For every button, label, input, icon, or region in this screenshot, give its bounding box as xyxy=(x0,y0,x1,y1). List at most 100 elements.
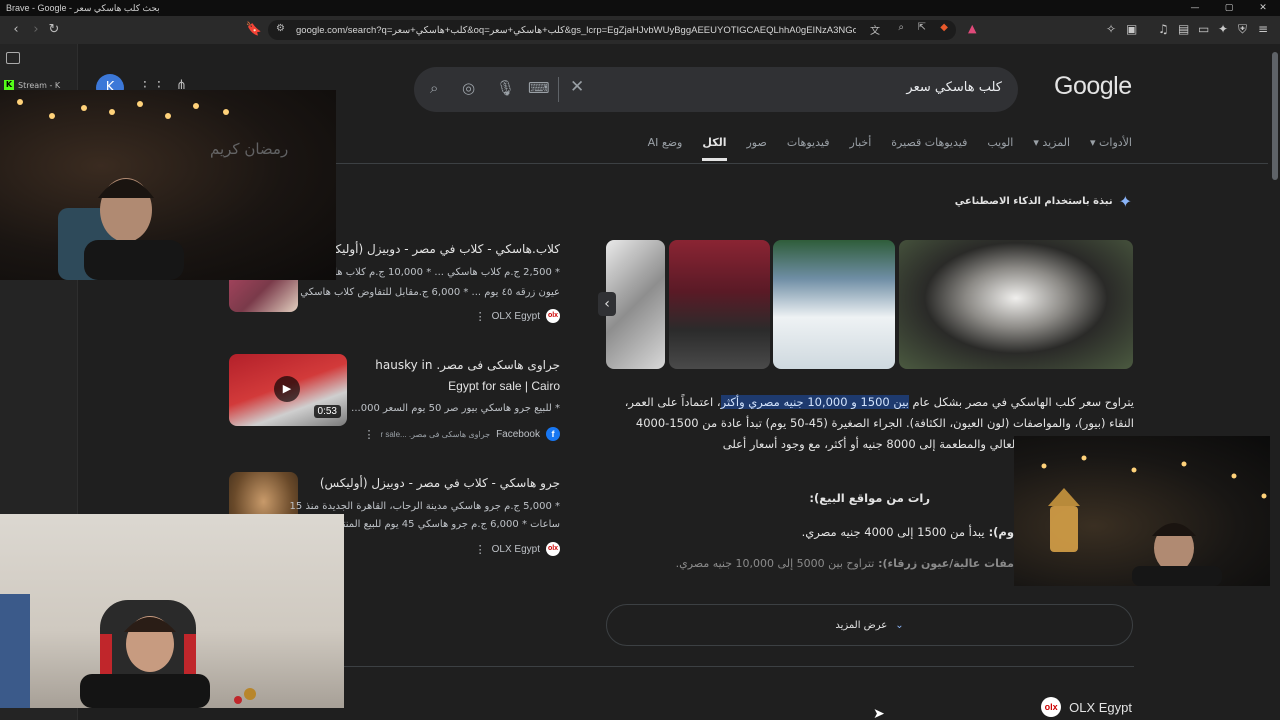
zoom-icon[interactable]: ⌕ xyxy=(898,22,904,33)
olx-logo-icon: olx xyxy=(1041,697,1062,717)
divider xyxy=(344,666,1134,667)
tab-tools[interactable]: الأدوات ▾ xyxy=(1090,136,1132,161)
brave-rewards-icon[interactable]: ▲ xyxy=(968,22,976,35)
menu-icon[interactable]: ≡ xyxy=(1258,22,1268,36)
result-title[interactable]: جراوى هاسكى فى مصر. hausky in xyxy=(375,356,560,375)
result-snippet: * 5,000 ج.م جرو هاسكي مدينة الرحاب، القا… xyxy=(289,501,560,512)
olx-logo-icon: olx xyxy=(546,542,560,556)
search-box[interactable]: ⌕ ◎ 🎙 ⌨ ✕ كلب هاسكي سعر xyxy=(414,67,1018,112)
close-window-button[interactable]: ✕ xyxy=(1246,0,1280,16)
result-source[interactable]: f Facebook جراوى هاسكى فى مصر. ...r sale… xyxy=(363,427,560,441)
sidebar-item-stream[interactable]: K Stream - K xyxy=(4,80,60,90)
more-options-icon[interactable]: ⋮ xyxy=(363,428,374,441)
search-input[interactable]: كلب هاسكي سعر xyxy=(906,80,1002,95)
tab-images[interactable]: صور xyxy=(747,136,767,161)
chevron-left-icon[interactable]: ‹ xyxy=(598,292,616,316)
result-snippet: * 2,500 ج.م كلاب هاسكي ... * 10,000 ج.م … xyxy=(311,267,560,278)
sparkle-icon: ✦ xyxy=(1118,192,1132,211)
vpn-icon[interactable]: ⛨ xyxy=(1238,22,1247,37)
result-title-line2[interactable]: Egypt for sale | Cairo xyxy=(448,377,560,396)
extensions-icon[interactable]: ✧ xyxy=(1106,22,1116,36)
result-title[interactable]: كلاب.هاسكي - كلاب في مصر - دوبيزل (أوليك… xyxy=(315,240,560,259)
more-options-icon[interactable]: ⋮ xyxy=(475,543,486,556)
forward-arrow-icon[interactable]: › xyxy=(26,20,46,40)
play-icon[interactable]: ▶ xyxy=(274,376,300,402)
result-card[interactable]: ▶ 0:53 جراوى هاسكى فى مصر. hausky in Egy… xyxy=(218,354,572,446)
browser-toolbar: ‹ › ↻ 🔖 ⚙ google.com/search?q=كلب+هاسكي+… xyxy=(0,16,1280,44)
ai-text: يتراوح سعر كلب الهاسكي في مصر بشكل عام xyxy=(908,395,1134,409)
lantern xyxy=(1048,488,1080,552)
husky-image-4[interactable] xyxy=(899,240,1133,369)
brave-shields-icon[interactable]: ◆ xyxy=(940,22,948,33)
result-source-name: Facebook xyxy=(496,428,540,440)
husky-image-2[interactable] xyxy=(669,240,770,369)
search-icon[interactable]: ⌕ xyxy=(430,79,438,97)
result-source[interactable]: olx OLX Egypt ⋮ xyxy=(475,542,560,556)
source-name: OLX Egypt xyxy=(1069,699,1132,715)
clear-icon[interactable]: ✕ xyxy=(570,77,584,97)
maximize-button[interactable]: ▢ xyxy=(1212,0,1246,16)
string-lights xyxy=(1041,455,1267,499)
video-thumbnail[interactable]: ▶ 0:53 xyxy=(229,354,347,426)
wall-text: رمضان كريم xyxy=(210,140,289,158)
tab-ai-mode[interactable]: وضع AI xyxy=(648,136,683,161)
ai-list-label: وم): xyxy=(984,525,1014,539)
webcam-overlay-bottom-left xyxy=(0,514,344,708)
ai-list-text: يبدأ من 1500 إلى 4000 جنيه مصري. xyxy=(801,525,985,539)
olx-logo-icon: olx xyxy=(546,309,560,323)
tab-web[interactable]: الويب xyxy=(987,136,1013,161)
translate-icon[interactable]: 文 xyxy=(870,22,880,37)
ai-subheading: رات من مواقع البيع): xyxy=(809,491,930,505)
result-snippet: ساعات * 6,000 ج.م جرو هاسكي 45 يوم للبيع… xyxy=(322,519,560,530)
mouse-cursor-icon: ➤ xyxy=(873,706,885,720)
reload-icon[interactable]: ↻ xyxy=(44,20,64,40)
result-source-name: OLX Egypt xyxy=(491,310,540,322)
ai-list-item: مفات عالية/عيون زرقاء): تتراوح بين 5000 … xyxy=(676,557,1014,570)
site-info-icon[interactable]: ⚙ xyxy=(276,23,285,34)
husky-image-3[interactable] xyxy=(773,240,895,369)
sidebar-toggle-icon[interactable]: ▤ xyxy=(1178,22,1189,36)
result-source-name: OLX Egypt xyxy=(491,543,540,555)
video-duration: 0:53 xyxy=(313,405,341,418)
webcam-overlay-top-left: رمضان كريم xyxy=(0,90,336,280)
leo-ai-icon[interactable]: ✦ xyxy=(1218,22,1228,36)
webcam-scene xyxy=(17,99,229,280)
more-options-icon[interactable]: ⋮ xyxy=(475,310,486,323)
tab-short-videos[interactable]: فيديوهات قصيرة xyxy=(891,136,967,161)
ai-list-label: مفات عالية/عيون زرقاء): xyxy=(874,557,1014,570)
minimize-button[interactable]: — xyxy=(1178,0,1212,16)
show-more-button[interactable]: عرض المزيد ⌄ xyxy=(606,604,1133,646)
ai-list-item: وم): يبدأ من 1500 إلى 4000 جنيه مصري. xyxy=(802,525,1014,539)
sidebar-panel-icon[interactable] xyxy=(6,52,20,64)
scrollbar-thumb[interactable] xyxy=(1272,52,1278,180)
microphone-icon[interactable]: 🎙 xyxy=(496,79,515,97)
screenshot-icon[interactable]: ▣ xyxy=(1126,22,1137,36)
webcam-overlay-right xyxy=(1014,436,1280,586)
share-page-icon[interactable]: ⇱ xyxy=(918,22,926,33)
sidebar-item-label: Stream - K xyxy=(18,80,61,90)
ai-overview-title: نبذة باستخدام الذكاء الاصطناعي xyxy=(954,196,1113,207)
window-title: Brave - Google - بحث كلب هاسكي سعر xyxy=(6,2,160,13)
facebook-icon: f xyxy=(546,427,560,441)
address-url: google.com/search?q=كلب+هاسكي+سعر&oq=كلب… xyxy=(296,24,856,36)
divider xyxy=(558,77,559,102)
google-logo[interactable]: Google xyxy=(1054,72,1132,101)
show-more-label: عرض المزيد xyxy=(835,619,888,631)
source-olx[interactable]: olx OLX Egypt xyxy=(1041,697,1132,717)
tab-videos[interactable]: فيديوهات xyxy=(787,136,830,161)
tab-all[interactable]: الكل xyxy=(702,136,727,161)
result-title[interactable]: جرو هاسكي - كلاب في مصر - دوبيزل (أوليكس… xyxy=(320,474,560,493)
webcam-scene xyxy=(0,594,256,708)
back-arrow-icon[interactable]: ‹ xyxy=(6,20,26,40)
keyboard-icon[interactable]: ⌨ xyxy=(528,79,550,97)
address-bar[interactable]: ⚙ google.com/search?q=كلب+هاسكي+سعر&oq=ك… xyxy=(268,20,956,40)
tab-more[interactable]: المزيد ▾ xyxy=(1033,136,1070,161)
lens-icon[interactable]: ◎ xyxy=(462,79,475,97)
result-source[interactable]: olx OLX Egypt ⋮ xyxy=(475,309,560,323)
webcam-scene xyxy=(1041,455,1267,586)
wallet-icon[interactable]: ▭ xyxy=(1198,22,1209,36)
media-icon[interactable]: ♫ xyxy=(1158,22,1169,36)
bookmark-icon[interactable]: 🔖 xyxy=(244,20,264,40)
ai-highlight: بين 1500 و 10,000 جنيه مصري وأكثر xyxy=(720,395,909,409)
tab-news[interactable]: أخبار xyxy=(849,136,871,161)
